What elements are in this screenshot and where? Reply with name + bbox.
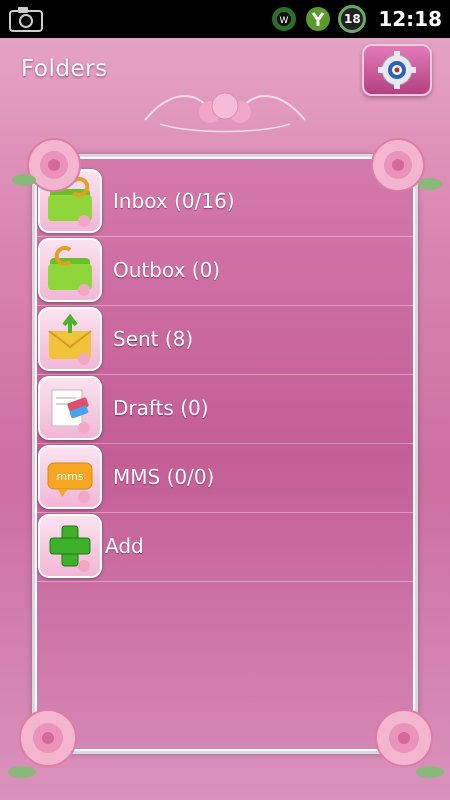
- rose-decoration-icon: [8, 709, 77, 778]
- camera-icon: [9, 7, 43, 32]
- folder-row-drafts[interactable]: Drafts (0): [35, 374, 415, 444]
- folder-label: Outbox (0): [113, 258, 221, 282]
- folder-label: Sent (8): [113, 327, 194, 351]
- rose-decoration-icon: [371, 138, 442, 192]
- folder-label: Inbox (0/16): [113, 189, 235, 213]
- draft-icon: [38, 376, 102, 440]
- page-title: Folders: [21, 56, 108, 82]
- signal-icon: [306, 7, 331, 31]
- envelope-icon: [38, 307, 102, 371]
- outbox-folder-icon: [38, 238, 102, 302]
- folder-row-sent[interactable]: Sent (8): [35, 305, 415, 375]
- sync-icon: W: [272, 7, 297, 31]
- plus-icon: [38, 514, 102, 578]
- svg-text:mms: mms: [56, 470, 83, 483]
- folder-label: MMS (0/0): [113, 465, 215, 489]
- battery-indicator: 18: [338, 5, 367, 33]
- folder-row-outbox[interactable]: Outbox (0): [35, 236, 415, 306]
- ornament-decoration: [144, 92, 306, 133]
- gear-icon: [378, 51, 416, 89]
- mms-icon: mms: [38, 445, 102, 509]
- folder-row-mms[interactable]: mms MMS (0/0): [35, 443, 415, 513]
- status-bar: W 18 12:18: [0, 0, 450, 38]
- add-folder-label: Add: [105, 534, 144, 558]
- svg-text:W: W: [280, 16, 289, 26]
- folder-label: Drafts (0): [113, 396, 209, 420]
- rose-decoration-icon: [12, 138, 81, 192]
- status-time: 12:18: [378, 7, 442, 31]
- add-folder-row[interactable]: Add: [35, 512, 415, 582]
- settings-button[interactable]: [362, 44, 432, 96]
- rose-decoration-icon: [375, 709, 444, 778]
